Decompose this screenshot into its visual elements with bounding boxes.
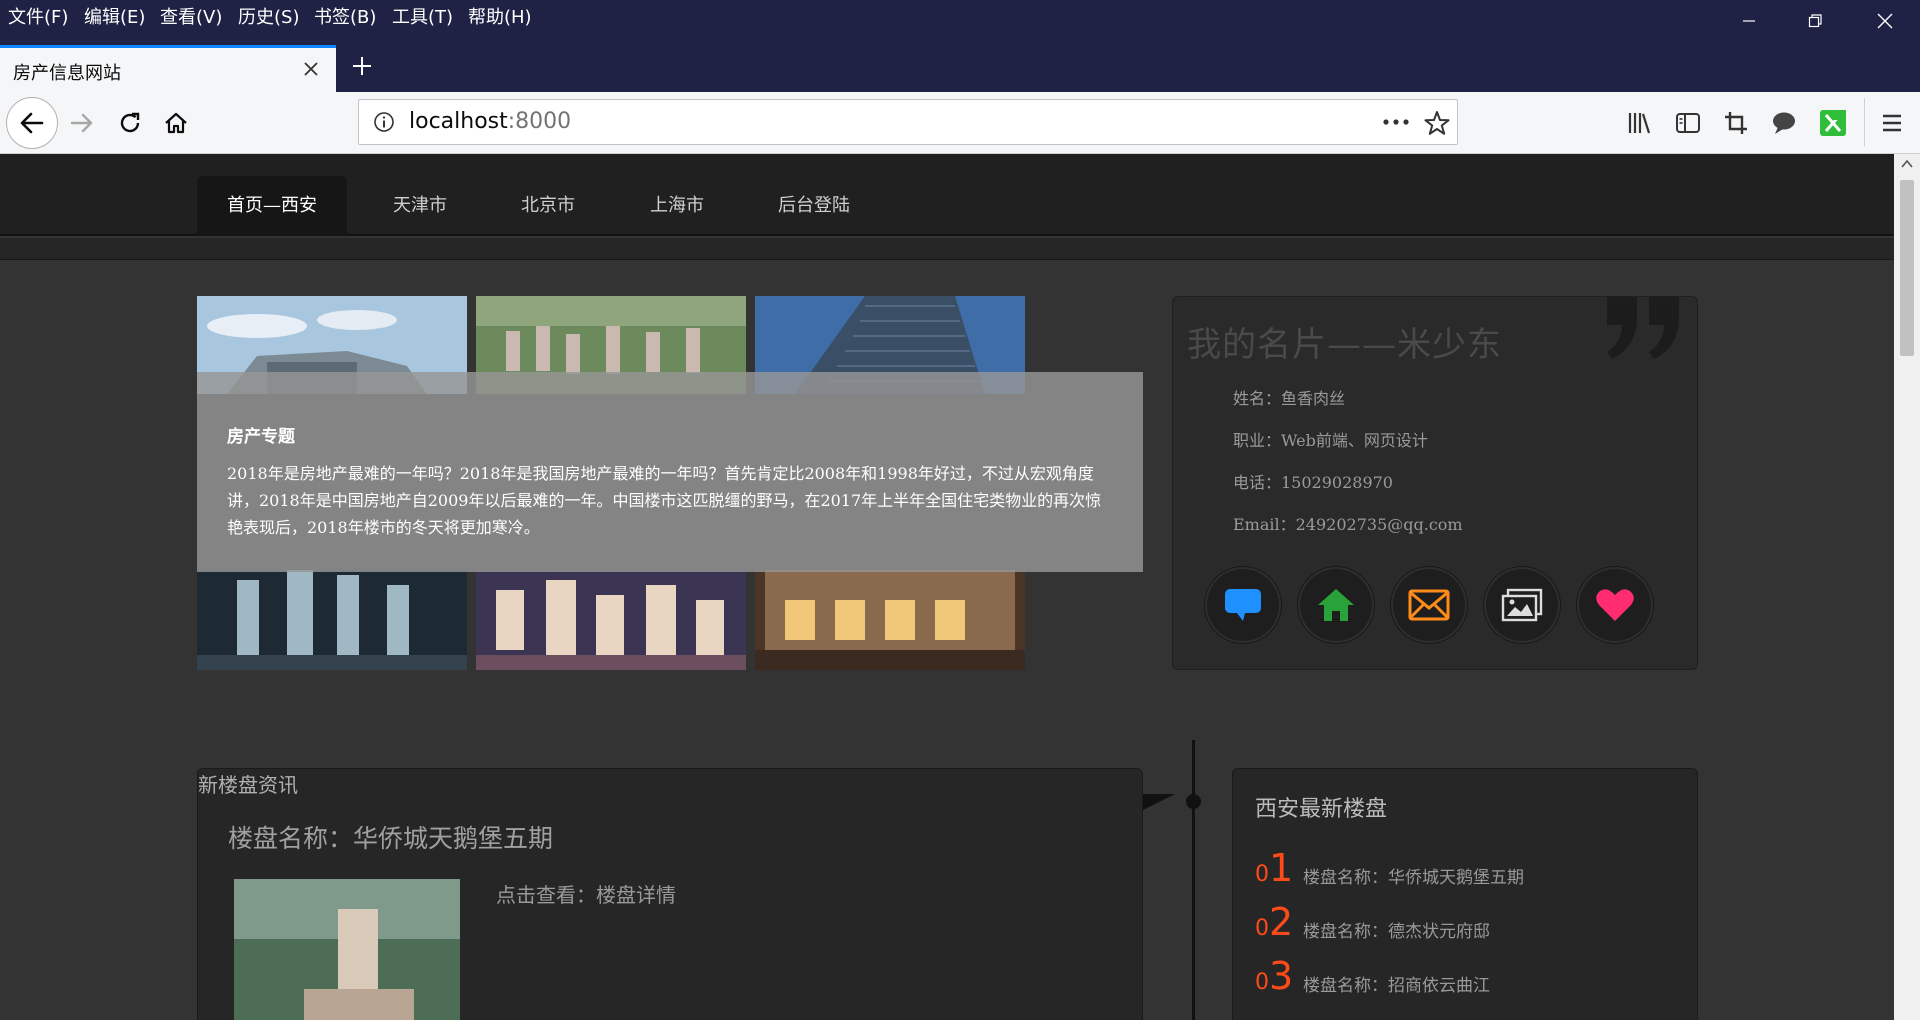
- info-icon[interactable]: [373, 111, 395, 133]
- address-bar[interactable]: localhost:8000: [358, 99, 1458, 145]
- sidebar-icon[interactable]: [1674, 109, 1702, 137]
- menu-help[interactable]: 帮助(H): [468, 3, 532, 29]
- news-detail-link[interactable]: 点击查看：楼盘详情: [496, 879, 676, 908]
- card-email: Email：249202735@qq.com: [1233, 515, 1463, 534]
- quote-mark-icon: [1607, 297, 1679, 359]
- overlay-text: 2018年是房地产最难的一年吗？2018年是我国房地产最难的一年吗？首先肯定比2…: [227, 464, 1102, 537]
- scrollbar-thumb[interactable]: [1900, 180, 1914, 356]
- gallery-icon: [1501, 588, 1543, 622]
- overlay-title: 房产专题: [227, 427, 295, 447]
- menu-bookmarks[interactable]: 书签(B): [314, 3, 376, 29]
- list-number: 03: [1255, 954, 1294, 998]
- home-button[interactable]: [158, 105, 194, 141]
- library-icon[interactable]: [1626, 109, 1654, 137]
- back-button[interactable]: [6, 97, 58, 149]
- bookmark-star-icon[interactable]: [1423, 109, 1451, 137]
- social-favorite-button[interactable]: [1577, 567, 1653, 643]
- tab-title: 房产信息网站: [13, 63, 121, 84]
- nav-beijing[interactable]: 北京市: [500, 176, 596, 236]
- menu-edit[interactable]: 编辑(E): [84, 3, 145, 29]
- home-icon: [1318, 589, 1354, 621]
- feature-overlay: 房产专题 2018年是房地产最难的一年吗？2018年是我国房地产最难的一年吗？首…: [197, 372, 1143, 572]
- restore-icon: [1808, 14, 1822, 28]
- social-gallery-button[interactable]: [1484, 567, 1560, 643]
- page-content: 首页—西安 天津市 北京市 上海市 后台登陆 房产专题 2018年是房地产最难的…: [0, 154, 1894, 1020]
- list-item-text: 楼盘名称：招商依云曲江: [1303, 976, 1490, 996]
- more-actions-icon[interactable]: [1381, 114, 1411, 130]
- news-property-image[interactable]: [234, 879, 460, 1020]
- gallery-photo[interactable]: [476, 570, 746, 670]
- arrow-left-icon: [20, 112, 44, 134]
- home-icon: [165, 112, 187, 134]
- new-tab-button[interactable]: [344, 48, 380, 84]
- speech-bubble-icon[interactable]: [1770, 109, 1798, 137]
- minimize-icon: [1743, 20, 1755, 22]
- latest-listings-panel: 西安最新楼盘 01 楼盘名称：华侨城天鹅堡五期 02 楼盘名称：德杰状元府邸 0…: [1232, 768, 1698, 1020]
- nav-underbar: [0, 238, 1894, 260]
- list-item-text: 楼盘名称：华侨城天鹅堡五期: [1303, 868, 1524, 888]
- menu-view[interactable]: 查看(V): [160, 3, 222, 29]
- menu-history[interactable]: 历史(S): [238, 3, 299, 29]
- heart-icon: [1596, 589, 1634, 621]
- social-home-button[interactable]: [1298, 567, 1374, 643]
- browser-toolbar: localhost:8000: [0, 92, 1920, 154]
- menu-tools[interactable]: 工具(T): [392, 3, 453, 29]
- chat-icon: [1225, 589, 1261, 621]
- browser-menubar: 文件(F) 编辑(E) 查看(V) 历史(S) 书签(B) 工具(T) 帮助(H…: [0, 0, 1920, 30]
- card-job: 职业：Web前端、网页设计: [1233, 431, 1428, 450]
- card-name: 姓名：鱼香肉丝: [1233, 389, 1346, 408]
- tab-active[interactable]: 房产信息网站: [0, 45, 336, 92]
- mail-icon: [1408, 589, 1450, 621]
- menu-file[interactable]: 文件(F): [8, 3, 68, 29]
- nav-admin-login[interactable]: 后台登陆: [758, 176, 870, 236]
- social-chat-button[interactable]: [1205, 567, 1281, 643]
- page-scrollbar[interactable]: [1894, 154, 1920, 1020]
- url-port: :8000: [507, 109, 572, 134]
- nav-home-xian[interactable]: 首页—西安: [197, 176, 347, 236]
- news-section-label: 新楼盘资讯: [198, 773, 298, 797]
- social-mail-button[interactable]: [1391, 567, 1467, 643]
- card-phone: 电话：15029028970: [1233, 473, 1393, 492]
- gallery-photo[interactable]: [755, 570, 1025, 670]
- list-number: 02: [1255, 900, 1294, 944]
- profile-card: 我的名片——米少东 姓名：鱼香肉丝 职业：Web前端、网页设计 电话：15029…: [1172, 296, 1698, 670]
- url-host: localhost: [409, 109, 508, 134]
- tab-strip: 房产信息网站: [0, 30, 1920, 92]
- list-item-text: 楼盘名称：德杰状元府邸: [1303, 922, 1490, 942]
- news-panel: 新楼盘资讯 楼盘名称：华侨城天鹅堡五期 点击查看：楼盘详情: [197, 768, 1143, 1020]
- timeline-line: [1192, 740, 1195, 1020]
- screenshot-crop-icon[interactable]: [1722, 109, 1750, 137]
- nav-shanghai[interactable]: 上海市: [628, 176, 726, 236]
- reload-icon: [120, 112, 140, 133]
- hamburger-menu-icon[interactable]: [1878, 109, 1906, 137]
- close-icon: [1877, 13, 1893, 29]
- url-text[interactable]: localhost:8000: [409, 109, 571, 134]
- forward-button[interactable]: [64, 105, 100, 141]
- latest-title: 西安最新楼盘: [1255, 797, 1388, 822]
- news-property-name: 楼盘名称：华侨城天鹅堡五期: [228, 824, 554, 853]
- timeline-dot: [1186, 794, 1201, 809]
- card-title: 我的名片——米少东: [1187, 325, 1502, 365]
- nav-tianjin[interactable]: 天津市: [370, 176, 470, 236]
- gallery-photo[interactable]: [197, 570, 467, 670]
- reload-button[interactable]: [112, 105, 148, 141]
- timeline-arrow: [1143, 794, 1175, 810]
- site-navigation: 首页—西安 天津市 北京市 上海市 后台登陆: [0, 154, 1894, 236]
- arrow-right-icon: [70, 113, 93, 133]
- tab-close-icon[interactable]: [300, 58, 322, 80]
- list-number: 01: [1255, 846, 1294, 890]
- extension-icon[interactable]: [1818, 108, 1848, 138]
- scroll-up-arrow-icon[interactable]: [1901, 158, 1913, 170]
- plus-icon: [353, 57, 371, 75]
- toolbar-divider: [1864, 98, 1865, 146]
